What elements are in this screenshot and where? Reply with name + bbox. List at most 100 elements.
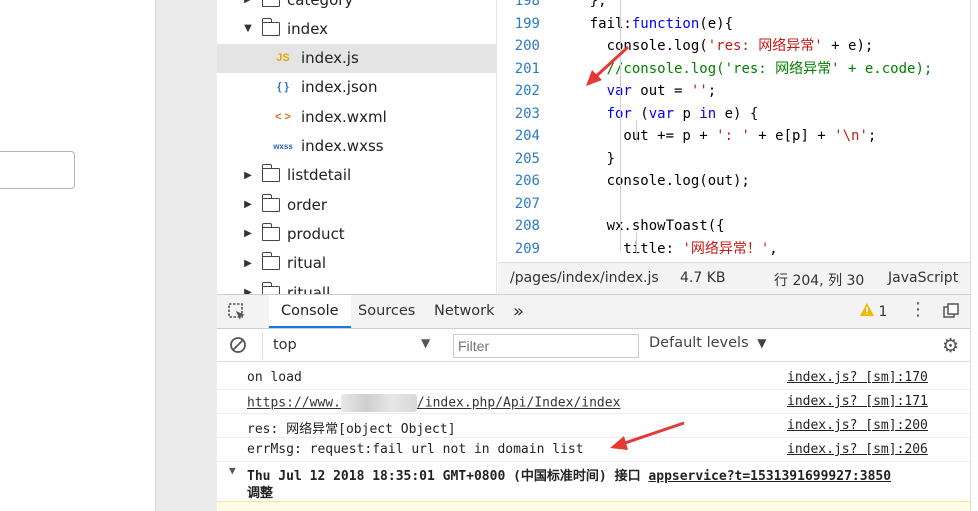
line-number: 207 xyxy=(514,195,540,212)
line-number: 204 xyxy=(514,128,540,144)
context-value: top xyxy=(273,337,297,353)
simulator-gutter xyxy=(155,0,217,511)
log-url-prefix: https://www. xyxy=(247,395,341,411)
warning-counter[interactable]: 1 xyxy=(860,303,887,320)
code-text: wx.showToast({ xyxy=(556,218,725,234)
tree-item[interactable]: wxss index.wxss xyxy=(217,132,496,161)
tree-item[interactable]: ▶ rituall xyxy=(217,278,496,294)
folder-icon xyxy=(262,0,280,7)
caret-right-icon[interactable]: ▶ xyxy=(242,170,254,181)
tree-item[interactable]: ▶ order xyxy=(217,190,496,219)
code-line[interactable]: 206 console.log(out); xyxy=(498,170,970,192)
more-tabs-button[interactable]: » xyxy=(501,295,536,328)
tab-network[interactable]: Network xyxy=(422,295,507,328)
console-filter-input[interactable] xyxy=(453,334,639,358)
folder-icon xyxy=(261,193,280,212)
log-source-link[interactable]: index.js? [sm]:200 xyxy=(787,418,928,433)
tree-item[interactable]: JS index.js xyxy=(217,43,496,73)
tree-item[interactable]: ▶ product xyxy=(217,219,496,248)
caret-right-icon[interactable]: ▶ xyxy=(242,287,254,294)
tree-item-label: product xyxy=(287,224,345,243)
annotation-arrow-icon xyxy=(586,45,630,86)
warning-icon xyxy=(860,303,874,316)
log-source-link[interactable]: index.js? [sm]:171 xyxy=(787,394,928,409)
code-line[interactable]: 201 //console.log('res: 网络异常' + e.code); xyxy=(498,58,970,80)
folder-icon xyxy=(261,252,280,271)
kebab-menu-icon[interactable]: ⋮ xyxy=(909,299,927,320)
code-line[interactable]: 202 var out = ''; xyxy=(498,80,970,102)
editor-status-bar: /pages/index/index.js 4.7 KB 行 204, 列 30… xyxy=(498,262,970,294)
code-line[interactable]: 207 xyxy=(498,193,970,215)
code-line[interactable]: 205 } xyxy=(498,148,970,170)
console-log-row: https://www. /index.php/Api/Index/index i… xyxy=(217,390,970,414)
code-line[interactable]: 203 for (var p in e) { xyxy=(498,103,970,125)
caret-right-icon[interactable]: ▶ xyxy=(242,199,254,210)
caret-right-icon[interactable]: ▶ xyxy=(242,228,254,239)
indent-guide xyxy=(636,232,637,254)
folder-icon xyxy=(261,164,280,183)
code-line[interactable]: 208 wx.showToast({ xyxy=(498,215,970,237)
caret-down-icon[interactable]: ▼ xyxy=(242,23,254,34)
log-url-suffix: /index.php/Api/Index/index xyxy=(416,395,621,411)
log-source-link[interactable]: index.js? [sm]:170 xyxy=(787,370,928,385)
status-language: JavaScript xyxy=(888,270,959,286)
code-line[interactable]: 199 fail:function(e){ xyxy=(498,13,970,35)
code-text: title: '网络异常！', xyxy=(623,240,778,257)
page-input-field[interactable] xyxy=(0,151,75,189)
chevron-down-icon: ▼ xyxy=(757,336,767,350)
redacted-domain xyxy=(340,394,417,412)
file-tree: ▶ category ▼ index JS index.js { } index.json < … xyxy=(217,0,497,294)
tree-item-label: index.js xyxy=(301,49,359,68)
json-file-icon: { } xyxy=(277,81,289,94)
log-source-link[interactable]: index.js? [sm]:206 xyxy=(787,442,928,457)
code-line[interactable]: 209 title: '网络异常！', xyxy=(498,238,970,260)
wxss-file-icon: wxss xyxy=(273,141,293,151)
code-line[interactable]: 200 console.log('res: 网络异常' + e); xyxy=(498,35,970,57)
code-editor[interactable]: 198 }, 199 fail:function(e){200 console.l… xyxy=(498,0,970,262)
context-selector[interactable]: top ▼ xyxy=(262,333,437,359)
tree-item[interactable]: { } index.json xyxy=(217,73,496,102)
inspect-element-icon[interactable] xyxy=(227,302,247,326)
line-number: 208 xyxy=(514,218,540,234)
console-group-row[interactable]: ▼ Thu Jul 12 2018 18:35:01 GMT+0800 (中国标… xyxy=(217,462,970,501)
indent-guide xyxy=(636,120,637,142)
console-filter-bar: top ▼ Default levels ▼ ⚙ xyxy=(217,329,970,362)
undock-icon[interactable] xyxy=(943,303,959,323)
line-number: 203 xyxy=(514,105,540,122)
tree-item[interactable]: < > index.wxml xyxy=(217,102,496,131)
tab-sources[interactable]: Sources xyxy=(346,295,427,328)
tree-item[interactable]: ▶ category xyxy=(217,0,496,14)
line-number: 201 xyxy=(514,60,540,77)
code-text: fail:function(e){ xyxy=(556,15,734,32)
group-source-link[interactable]: appservice?t=1531391699927:3850 xyxy=(648,469,891,484)
console-log-row: errMsg: request:fail url not in domain l… xyxy=(217,438,970,462)
wxml-file-icon: < > xyxy=(275,110,291,123)
code-line[interactable]: 204 out += p + ': ' + e[p] + '\n'; xyxy=(498,125,970,147)
line-number: 198 xyxy=(514,0,540,9)
log-levels-dropdown[interactable]: Default levels ▼ xyxy=(649,335,766,351)
clear-console-icon[interactable] xyxy=(229,336,247,358)
tree-item[interactable]: ▼ index xyxy=(217,14,496,43)
code-text: out += p + ': ' + e[p] + '\n'; xyxy=(623,128,877,144)
code-line[interactable]: 198 }, xyxy=(498,0,970,12)
caret-right-icon[interactable]: ▶ xyxy=(242,0,254,5)
log-url-link[interactable]: https://www. /index.php/Api/Index/index xyxy=(247,394,620,412)
line-number: 199 xyxy=(514,15,540,32)
caret-right-icon[interactable]: ▶ xyxy=(242,258,254,269)
js-file-icon: JS xyxy=(276,52,290,65)
warning-count: 1 xyxy=(878,304,888,320)
line-number: 202 xyxy=(514,83,540,99)
folder-icon xyxy=(261,222,280,241)
tab-console[interactable]: Console xyxy=(269,295,351,328)
devtools-tab-bar: Console Sources Network » 1 ⋮ xyxy=(217,295,970,329)
status-cursor-position: 行 204, 列 30 xyxy=(774,273,865,289)
console-settings-gear-icon[interactable]: ⚙ xyxy=(942,335,959,357)
status-file-size: 4.7 KB xyxy=(680,270,726,286)
tree-item[interactable]: ▶ ritual xyxy=(217,249,496,278)
code-text: } xyxy=(556,150,616,167)
folder-open-icon xyxy=(261,17,280,36)
annotation-arrow-icon xyxy=(610,421,685,450)
tree-item[interactable]: ▶ listdetail xyxy=(217,161,496,190)
devtools-panel: Console Sources Network » 1 ⋮ top ▼ Defa… xyxy=(217,294,970,511)
group-expand-triangle-icon[interactable]: ▼ xyxy=(229,464,236,477)
